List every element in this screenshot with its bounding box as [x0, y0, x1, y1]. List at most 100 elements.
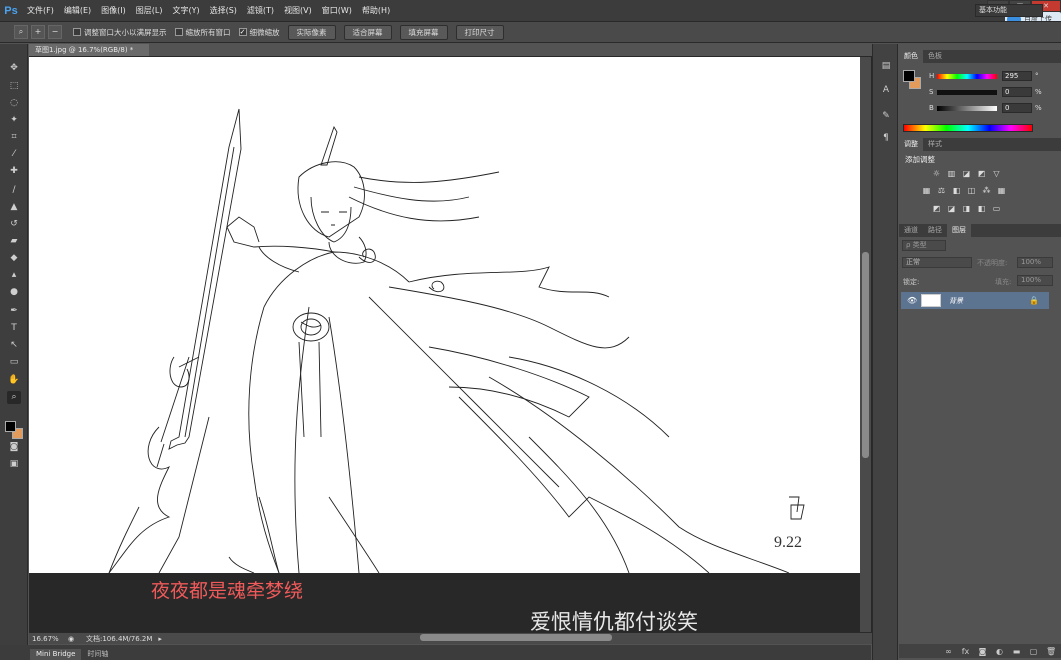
vibrance-icon[interactable]: ▽ — [991, 169, 1002, 179]
brush-tool-icon[interactable]: ∕ — [7, 184, 21, 197]
tab-swatches[interactable]: 色板 — [923, 50, 947, 63]
crop-tool-icon[interactable]: ⌗ — [7, 131, 21, 144]
vertical-scroll-thumb[interactable] — [862, 252, 869, 458]
tab-paths[interactable]: 路径 — [923, 224, 947, 237]
layer-row-background[interactable]: 👁 背景 🔒 — [901, 292, 1049, 309]
channel-mixer-icon[interactable]: ⁂ — [981, 186, 992, 196]
delete-layer-icon[interactable]: 🗑 — [1046, 647, 1056, 656]
hand-tool-icon[interactable]: ✋ — [7, 374, 21, 387]
color-lookup-icon[interactable]: ▦ — [996, 186, 1007, 196]
menu-window[interactable]: 窗口(W) — [317, 5, 357, 16]
zoom-out-icon[interactable]: − — [48, 25, 62, 39]
tab-timeline[interactable]: 时间轴 — [81, 649, 114, 660]
character-panel-icon[interactable]: A — [880, 84, 892, 96]
shape-tool-icon[interactable]: ▭ — [7, 356, 21, 369]
tab-adjustments[interactable]: 调整 — [899, 138, 923, 151]
screen-mode-icon[interactable]: ▣ — [7, 458, 21, 471]
black-white-icon[interactable]: ◧ — [951, 186, 962, 196]
color-spectrum-ramp[interactable] — [903, 124, 1033, 132]
brightness-slider[interactable] — [937, 105, 997, 111]
menu-layer[interactable]: 图层(L) — [131, 5, 168, 16]
zoom-tool-icon[interactable]: ⌕ — [14, 25, 28, 39]
menu-edit[interactable]: 编辑(E) — [59, 5, 96, 16]
dodge-tool-icon[interactable]: ● — [7, 286, 21, 299]
marquee-tool-icon[interactable]: ⬚ — [7, 80, 21, 93]
fit-screen-button[interactable]: 适合屏幕 — [343, 24, 392, 40]
tab-styles[interactable]: 样式 — [923, 138, 947, 151]
foreground-color-swatch[interactable] — [5, 421, 16, 432]
checkbox-box[interactable] — [174, 28, 183, 36]
menu-select[interactable]: 选择(S) — [205, 5, 242, 16]
menu-type[interactable]: 文字(Y) — [167, 5, 204, 16]
menu-view[interactable]: 视图(V) — [279, 5, 317, 16]
menu-filter[interactable]: 滤镜(T) — [242, 5, 279, 16]
type-tool-icon[interactable]: T — [7, 322, 21, 335]
photo-filter-icon[interactable]: ◫ — [966, 186, 977, 196]
color-panel-foreground[interactable] — [903, 70, 915, 82]
quick-mask-icon[interactable]: ◙ — [7, 441, 21, 454]
tab-color[interactable]: 颜色 — [899, 50, 923, 63]
menu-image[interactable]: 图像(I) — [96, 5, 131, 16]
opacity-input[interactable]: 100% — [1017, 257, 1053, 268]
paragraph-panel-icon[interactable]: ¶ — [880, 132, 892, 144]
eyedropper-icon[interactable]: ⁄ — [7, 148, 21, 161]
invert-icon[interactable]: ◩ — [931, 204, 942, 214]
eye-icon[interactable]: 👁 — [907, 296, 917, 305]
actual-pixels-button[interactable]: 实际像素 — [287, 24, 336, 40]
levels-icon[interactable]: ▥ — [946, 169, 957, 179]
resize-windows-checkbox[interactable]: 调整窗口大小以满屏显示 — [73, 27, 167, 38]
path-selection-icon[interactable]: ↖ — [7, 339, 21, 352]
status-menu-icon[interactable]: ◉ — [68, 635, 78, 643]
hue-input[interactable]: 295 — [1002, 71, 1032, 81]
canvas[interactable]: 9.22 — [29, 57, 861, 573]
eraser-tool-icon[interactable]: ▰ — [7, 235, 21, 248]
move-tool-icon[interactable]: ✥ — [7, 62, 21, 75]
saturation-input[interactable]: 0 — [1002, 87, 1032, 97]
link-layers-icon[interactable]: ∞ — [944, 647, 953, 656]
document-tab[interactable]: 草图1.jpg @ 16.7%(RGB/8) * — [29, 44, 149, 56]
layer-kind-filter[interactable]: ρ 类型 — [902, 240, 946, 251]
fill-input[interactable]: 100% — [1017, 275, 1053, 286]
gradient-map-icon[interactable]: ▭ — [991, 204, 1002, 214]
checkbox-box-checked[interactable]: ✓ — [238, 28, 247, 36]
tab-layers[interactable]: 图层 — [947, 224, 971, 237]
paint-bucket-icon[interactable]: ◆ — [7, 252, 21, 265]
tab-channels[interactable]: 通道 — [899, 224, 923, 237]
zoom-in-icon[interactable]: + — [31, 25, 45, 39]
checkbox-box[interactable] — [73, 28, 81, 36]
tab-mini-bridge[interactable]: Mini Bridge — [30, 649, 82, 660]
brush-panel-icon[interactable]: ✎ — [880, 110, 892, 122]
lasso-tool-icon[interactable]: ◌ — [7, 97, 21, 110]
menu-file[interactable]: 文件(F) — [22, 5, 59, 16]
blend-mode-select[interactable]: 正常 — [902, 257, 972, 268]
hue-saturation-icon[interactable]: ▦ — [921, 186, 932, 196]
hue-slider[interactable] — [937, 73, 997, 79]
stamp-tool-icon[interactable]: ▲ — [7, 201, 21, 214]
zoom-tool-icon[interactable]: ⌕ — [7, 391, 21, 404]
brightness-input[interactable]: 0 — [1002, 103, 1032, 113]
zoom-all-windows-checkbox[interactable]: 缩放所有窗口 — [174, 27, 231, 38]
layer-style-icon[interactable]: fx — [961, 647, 970, 656]
zoom-level[interactable]: 16.67% — [32, 635, 60, 643]
magic-wand-icon[interactable]: ✦ — [7, 114, 21, 127]
workspace-select[interactable]: 基本功能 — [975, 4, 1043, 17]
menu-help[interactable]: 帮助(H) — [357, 5, 395, 16]
curves-icon[interactable]: ◪ — [961, 169, 972, 179]
print-size-button[interactable]: 打印尺寸 — [455, 24, 504, 40]
pen-tool-icon[interactable]: ✒ — [7, 305, 21, 318]
history-brush-icon[interactable]: ↺ — [7, 218, 21, 231]
horizontal-scroll-thumb[interactable] — [420, 634, 612, 641]
adjustment-layer-icon[interactable]: ◐ — [995, 647, 1004, 656]
posterize-icon[interactable]: ◪ — [946, 204, 957, 214]
fill-screen-button[interactable]: 填充屏幕 — [399, 24, 448, 40]
new-group-icon[interactable]: ▬ — [1012, 647, 1021, 656]
new-layer-icon[interactable]: ▢ — [1029, 647, 1038, 656]
history-panel-icon[interactable]: ▤ — [880, 60, 892, 72]
status-arrow-icon[interactable]: ▸ — [158, 635, 162, 643]
threshold-icon[interactable]: ◨ — [961, 204, 972, 214]
healing-brush-icon[interactable]: ✚ — [7, 165, 21, 178]
exposure-icon[interactable]: ◩ — [976, 169, 987, 179]
scrubby-zoom-checkbox[interactable]: ✓ 细微缩放 — [238, 27, 280, 38]
brightness-contrast-icon[interactable]: ☼ — [931, 169, 942, 179]
saturation-slider[interactable] — [937, 89, 997, 95]
